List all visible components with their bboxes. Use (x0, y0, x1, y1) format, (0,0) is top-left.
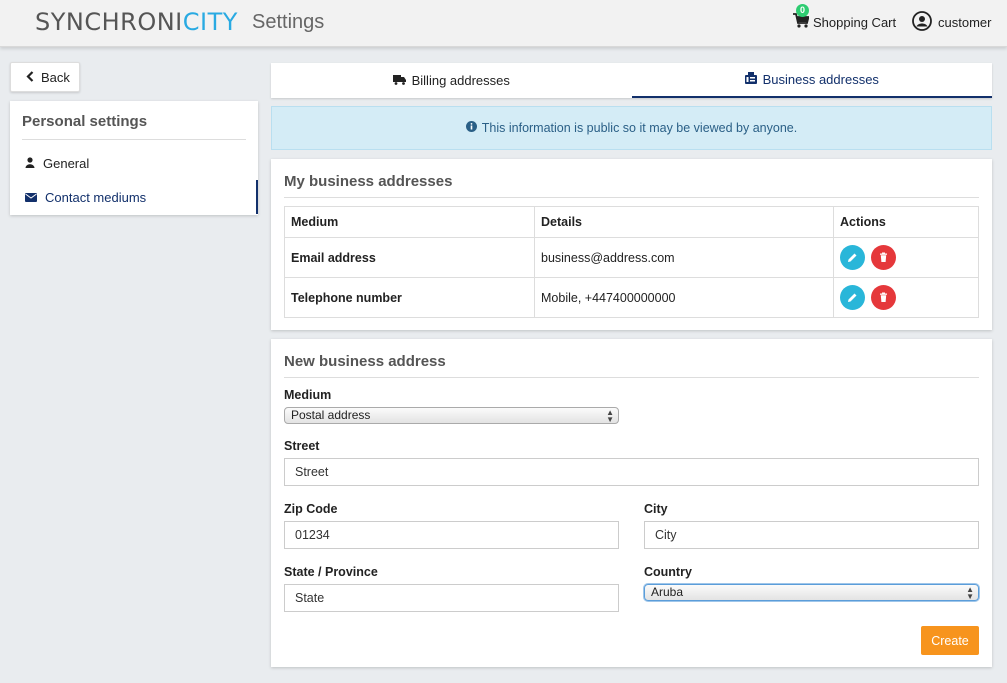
row-actions (833, 237, 979, 278)
trash-icon (880, 252, 888, 262)
user-icon (25, 156, 35, 171)
addresses-title: My business addresses (284, 173, 979, 198)
address-tabs: Billing addresses Business addresses (271, 63, 992, 98)
column-header-actions: Actions (833, 206, 979, 238)
tab-billing-addresses[interactable]: Billing addresses (271, 63, 632, 98)
state-label: State / Province (284, 565, 378, 579)
chevron-left-icon (26, 70, 34, 85)
envelope-icon (25, 190, 37, 205)
select-arrows-icon: ▲ ▼ (966, 585, 974, 601)
alert-text: This information is public so it may be … (481, 121, 798, 135)
back-label: Back (41, 69, 70, 85)
row-medium: Telephone number (284, 277, 535, 318)
table-row: Email address business@address.com (284, 237, 979, 278)
table-row: Telephone number Mobile, +447400000000 (284, 277, 979, 318)
new-address-card: New business address Medium Postal addre… (271, 339, 992, 667)
medium-select[interactable]: Postal address ▲ ▼ (284, 407, 619, 424)
sidebar-item-general[interactable]: General (10, 146, 258, 180)
user-name: customer (938, 15, 992, 30)
city-input[interactable]: City (644, 521, 979, 549)
zip-code-input[interactable]: 01234 (284, 521, 619, 549)
column-header-medium: Medium (284, 206, 535, 238)
shopping-cart-link[interactable]: 0 Shopping Cart (793, 4, 897, 32)
pencil-icon (848, 253, 857, 262)
medium-select-value: Postal address (291, 408, 371, 422)
info-alert: This information is public so it may be … (271, 106, 992, 150)
country-select[interactable]: Aruba ▲ ▼ (644, 584, 979, 601)
cart-count-badge: 0 (796, 4, 809, 17)
business-addresses-card: My business addresses Medium Details Act… (271, 159, 992, 330)
sidebar-title: Personal settings (22, 113, 246, 140)
truck-icon (392, 73, 406, 88)
cart-label: Shopping Cart (813, 14, 897, 30)
street-label: Street (284, 439, 320, 453)
edit-button[interactable] (840, 285, 865, 310)
row-medium: Email address (284, 237, 535, 278)
top-navbar: SYNCHRONICITY Settings 0 Shopping Cart c… (0, 0, 1007, 47)
create-button[interactable]: Create (921, 626, 979, 655)
select-arrows-icon: ▲ ▼ (606, 408, 614, 424)
country-select-value: Aruba (651, 585, 684, 599)
addresses-table: Medium Details Actions Email address bus… (284, 206, 979, 318)
zip-code-label: Zip Code (284, 502, 338, 516)
sidebar-item-label: General (43, 155, 90, 171)
delete-button[interactable] (871, 245, 897, 270)
pencil-icon (848, 293, 857, 302)
medium-label: Medium (284, 388, 332, 402)
sidebar-item-label: Contact mediums (45, 189, 147, 205)
new-address-title: New business address (284, 353, 979, 378)
sidebar-item-contact-mediums[interactable]: Contact mediums (10, 180, 258, 214)
column-header-details: Details (534, 206, 834, 238)
fax-icon (744, 72, 757, 87)
user-circle-icon (912, 11, 932, 34)
trash-icon (880, 292, 888, 302)
tab-label: Business addresses (762, 72, 879, 87)
street-input[interactable]: Street (284, 458, 979, 486)
row-actions (833, 277, 979, 318)
country-label: Country (644, 565, 692, 579)
edit-button[interactable] (840, 245, 865, 270)
table-header-row: Medium Details Actions (284, 206, 979, 238)
row-details: Mobile, +447400000000 (534, 277, 834, 318)
personal-settings-panel: Personal settings General Contact medium… (10, 101, 258, 215)
tab-label: Billing addresses (411, 73, 510, 88)
brand-logo[interactable]: SYNCHRONICITY (35, 8, 238, 36)
info-icon (465, 121, 477, 135)
city-label: City (644, 502, 668, 516)
row-details: business@address.com (534, 237, 834, 278)
state-input[interactable]: State (284, 584, 619, 612)
user-menu[interactable]: customer (912, 11, 991, 34)
page-title: Settings (252, 11, 325, 33)
back-button[interactable]: Back (10, 62, 80, 92)
tab-business-addresses[interactable]: Business addresses (631, 63, 992, 98)
delete-button[interactable] (871, 285, 897, 310)
